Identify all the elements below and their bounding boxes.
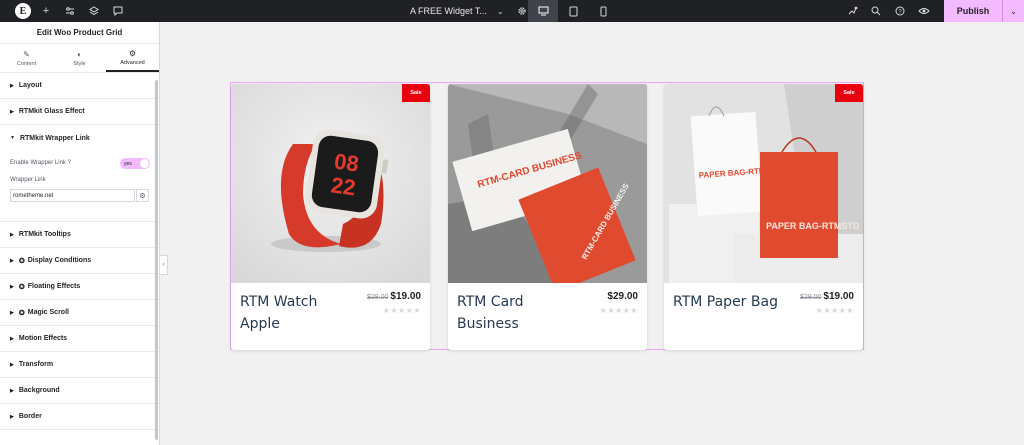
caret-right-icon: ▶	[10, 387, 14, 394]
product-image-watch[interactable]: 08 22 Sale	[231, 84, 430, 283]
product-card[interactable]: RTM-CARD BUSINESS RTM-CARD BUSINESS RTM …	[448, 84, 647, 350]
tab-content[interactable]: ✎ Content	[0, 44, 53, 72]
current-price: $19.00	[390, 291, 421, 302]
help-icon[interactable]: ?	[888, 0, 912, 22]
woo-product-grid[interactable]: 08 22 Sale RTM Watch Apple $29.00 $19.00 …	[230, 82, 864, 350]
section-tooltips[interactable]: ▶ RTMkit Tooltips	[0, 222, 159, 248]
bag-text-red: PAPER BAG-RTMSTD	[766, 221, 860, 231]
editor-panel: Edit Woo Product Grid ✎ Content ◐ Style …	[0, 22, 160, 445]
product-image-card[interactable]: RTM-CARD BUSINESS RTM-CARD BUSINESS	[448, 84, 647, 283]
product-title[interactable]: RTM Card Business	[457, 291, 567, 335]
tab-style[interactable]: ◐ Style	[53, 44, 106, 72]
product-image-bag[interactable]: PAPER BAG-RTMSTD PAPER BAG-RTMSTD Sale	[664, 84, 863, 283]
dynamic-tags-gear-icon[interactable]: ⚙	[136, 189, 149, 202]
half-circle-icon: ◐	[77, 49, 82, 59]
mobile-view-icon[interactable]	[588, 0, 618, 22]
caret-right-icon: ▶	[10, 108, 14, 115]
watch-time-bottom: 22	[329, 172, 357, 200]
section-label: RTMkit Wrapper Link	[19, 134, 90, 142]
section-motion-effects[interactable]: ▶ Motion Effects	[0, 326, 159, 352]
caret-right-icon: ▶	[10, 257, 14, 264]
section-label: RTMkit Tooltips	[18, 231, 71, 238]
sale-badge: Sale	[402, 84, 430, 102]
tab-label: Content	[16, 60, 37, 67]
section-label: Display Conditions	[27, 257, 92, 264]
section-label: Magic Scroll	[27, 309, 69, 316]
caret-right-icon: ▶	[10, 283, 14, 290]
section-label: Background	[18, 387, 60, 394]
sale-badge: Sale	[835, 84, 863, 102]
current-price: $29.00	[607, 291, 638, 302]
rating-stars: ★★★★★	[815, 306, 854, 315]
page-title[interactable]: A FREE Widget T...	[410, 6, 487, 16]
tab-label: Advanced	[120, 59, 145, 66]
gear-icon: ⚙	[128, 48, 137, 58]
caret-down-icon: ▼	[10, 135, 15, 141]
preview-eye-icon[interactable]	[912, 0, 936, 22]
caret-right-icon: ▶	[10, 309, 14, 316]
publish-options-chevron-icon[interactable]: ⌄	[1002, 0, 1024, 22]
section-magic-scroll[interactable]: ▶ ✪ Magic Scroll	[0, 300, 159, 326]
section-label: RTMkit Glass Effect	[18, 108, 85, 115]
section-label: Transform	[18, 361, 54, 368]
site-settings-icon[interactable]	[58, 0, 82, 22]
add-element-icon[interactable]: +	[34, 0, 58, 22]
top-bar: E + A FREE Widget T... ⌄ ? Publish ⌄	[0, 0, 1024, 22]
product-price: $29.00 $19.00	[367, 291, 421, 302]
collapse-panel-icon[interactable]: ‹	[160, 255, 168, 275]
section-label: Motion Effects	[18, 335, 68, 342]
product-card[interactable]: PAPER BAG-RTMSTD PAPER BAG-RTMSTD Sale R…	[664, 84, 863, 350]
desktop-view-icon[interactable]	[528, 0, 558, 22]
publish-button[interactable]: Publish	[944, 0, 1002, 22]
tab-advanced[interactable]: ⚙ Advanced	[106, 44, 159, 72]
section-display-conditions[interactable]: ▶ ✪ Display Conditions	[0, 248, 159, 274]
section-border[interactable]: ▶ Border	[0, 404, 159, 430]
rating-stars: ★★★★★	[382, 306, 421, 315]
current-price: $19.00	[823, 291, 854, 302]
elementor-logo-icon[interactable]: E	[12, 0, 34, 22]
product-title[interactable]: RTM Paper Bag	[673, 291, 783, 313]
section-layout[interactable]: ▶ Layout	[0, 73, 159, 99]
rating-stars: ★★★★★	[599, 306, 638, 315]
pro-badge-icon: ✪	[18, 283, 25, 291]
product-price: $29.00 $19.00	[800, 291, 854, 302]
section-label: Border	[18, 413, 42, 420]
caret-right-icon: ▶	[10, 361, 14, 368]
search-icon[interactable]	[864, 0, 888, 22]
enable-wrapper-link-toggle[interactable]: yes	[120, 158, 150, 169]
caret-right-icon: ▶	[10, 413, 14, 420]
caret-right-icon: ▶	[10, 231, 14, 238]
panel-scrollbar[interactable]	[155, 80, 158, 440]
toggle-value: yes	[124, 160, 132, 167]
panel-tabs: ✎ Content ◐ Style ⚙ Advanced	[0, 44, 159, 73]
panel-title: Edit Woo Product Grid	[0, 22, 159, 44]
structure-layers-icon[interactable]	[82, 0, 106, 22]
wrapper-link-controls: Enable Wrapper Link ? yes Wrapper Link r…	[0, 151, 159, 222]
pro-badge-icon: ✪	[18, 257, 25, 265]
product-title[interactable]: RTM Watch Apple	[240, 291, 350, 335]
product-card[interactable]: 08 22 Sale RTM Watch Apple $29.00 $19.00 …	[231, 84, 430, 350]
section-background[interactable]: ▶ Background	[0, 378, 159, 404]
caret-right-icon: ▶	[10, 82, 14, 89]
pro-badge-icon: ✪	[18, 309, 25, 317]
caret-right-icon: ▶	[10, 335, 14, 342]
old-price: $29.00	[366, 294, 389, 301]
section-glass-effect[interactable]: ▶ RTMkit Glass Effect	[0, 99, 159, 125]
section-wrapper-link[interactable]: ▼ RTMkit Wrapper Link	[0, 125, 159, 151]
product-price: $29.00	[605, 291, 638, 302]
old-price: $29.00	[799, 294, 822, 301]
wrapper-link-input[interactable]: rometheme.net	[10, 189, 135, 202]
integrations-icon[interactable]	[840, 0, 864, 22]
section-label: Floating Effects	[27, 283, 81, 290]
section-label: Layout	[18, 82, 42, 89]
tablet-view-icon[interactable]	[558, 0, 588, 22]
section-floating-effects[interactable]: ▶ ✪ Floating Effects	[0, 274, 159, 300]
wrapper-link-label: Wrapper Link	[10, 177, 46, 183]
enable-wrapper-link-label: Enable Wrapper Link ?	[10, 160, 71, 166]
chevron-down-icon[interactable]: ⌄	[497, 7, 504, 16]
pencil-icon: ✎	[23, 49, 30, 59]
tab-label: Style	[73, 60, 86, 67]
section-transform[interactable]: ▶ Transform	[0, 352, 159, 378]
comments-icon[interactable]	[106, 0, 130, 22]
